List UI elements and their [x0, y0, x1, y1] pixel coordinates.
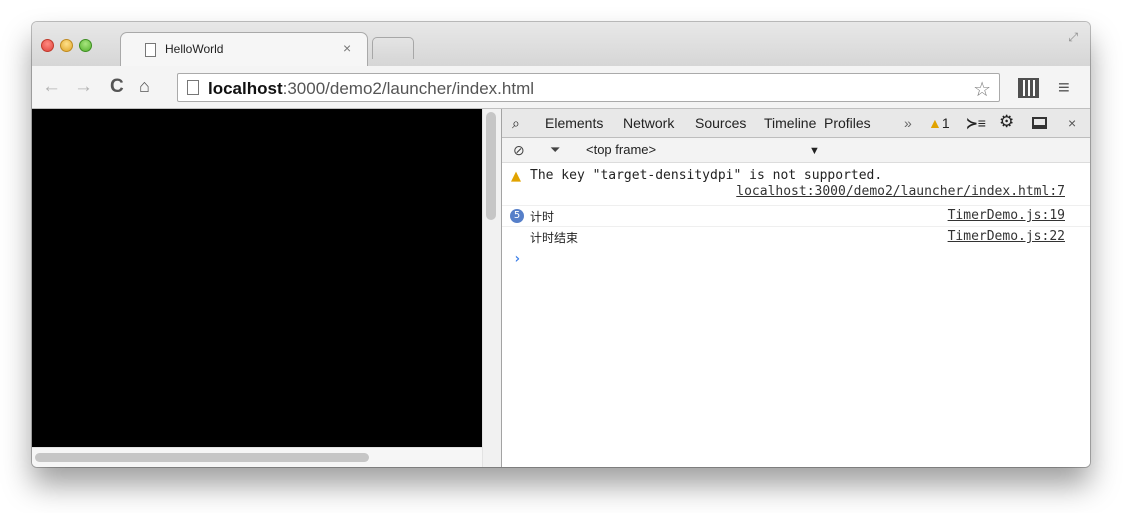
warning-source-link[interactable]: localhost:3000/demo2/launcher/index.html… — [736, 184, 1065, 199]
console-output[interactable]: ▲ The key "target-densitydpi" is not sup… — [502, 163, 1090, 467]
console-log-message: 计时结束 TimerDemo.js:22 — [502, 226, 1090, 247]
back-arrow-icon[interactable]: ← — [42, 76, 61, 98]
tab-elements[interactable]: Elements — [545, 115, 603, 131]
bookmark-star-icon[interactable]: ☆ — [973, 77, 991, 102]
fullscreen-icon[interactable]: ⤢ — [1068, 30, 1078, 45]
warning-icon: ▲ — [928, 115, 942, 131]
log-text: 计时结束 — [530, 231, 579, 245]
qr-code-icon[interactable] — [1018, 78, 1039, 98]
hamburger-menu-icon[interactable]: ≡ — [1058, 77, 1070, 100]
vertical-scrollbar-thumb[interactable] — [486, 112, 496, 220]
log-source-link[interactable]: TimerDemo.js:22 — [948, 229, 1065, 244]
tab-close-icon[interactable]: × — [343, 40, 351, 56]
horizontal-scrollbar[interactable] — [32, 447, 482, 467]
page-viewport[interactable] — [32, 109, 482, 447]
address-bar[interactable]: localhost:3000/demo2/launcher/index.html… — [177, 73, 1000, 102]
frame-select[interactable]: <top frame> — [586, 142, 656, 157]
browser-tab-helloworld[interactable]: HelloWorld × — [120, 32, 368, 67]
repeat-count-badge: 5 — [510, 209, 524, 223]
log-source-link[interactable]: TimerDemo.js:19 — [948, 208, 1065, 223]
close-window-button[interactable] — [41, 39, 54, 52]
filter-icon[interactable]: ⏷ — [550, 142, 560, 158]
url-path: :3000/demo2/launcher/index.html — [282, 79, 535, 98]
more-tabs-icon[interactable]: » — [904, 115, 912, 131]
home-icon[interactable]: ⌂ — [139, 76, 150, 97]
console-filter-bar: ⊘ ⏷ <top frame> ▼ — [502, 138, 1090, 163]
search-icon[interactable]: ⌕ — [512, 115, 520, 132]
minimize-window-button[interactable] — [60, 39, 73, 52]
vertical-scrollbar[interactable] — [482, 109, 501, 467]
console-prompt[interactable]: › — [513, 251, 521, 267]
console-warning-message: ▲ The key "target-densitydpi" is not sup… — [502, 163, 1090, 205]
warning-text: The key "target-densitydpi" is not suppo… — [530, 168, 883, 183]
browser-toolbar: ← → C ⌂ localhost:3000/demo2/launcher/in… — [32, 66, 1090, 109]
warning-count: 1 — [941, 115, 950, 131]
chevron-down-icon[interactable]: ▼ — [809, 145, 820, 157]
devtools-tab-bar: ⌕ Elements Network Sources Timeline Prof… — [502, 109, 1090, 138]
url-text: localhost:3000/demo2/launcher/index.html — [208, 79, 534, 99]
title-bar: HelloWorld × ⤢ — [32, 22, 1090, 67]
tab-sources[interactable]: Sources — [695, 115, 746, 131]
tab-network[interactable]: Network — [623, 115, 674, 131]
tab-profiles[interactable]: Profiles — [824, 115, 871, 131]
reload-icon[interactable]: C — [110, 76, 124, 98]
zoom-window-button[interactable] — [79, 39, 92, 52]
tab-timeline[interactable]: Timeline — [764, 115, 816, 131]
warning-counter[interactable]: ▲1 — [928, 115, 950, 131]
dock-side-icon[interactable] — [1032, 117, 1047, 129]
tab-title: HelloWorld — [165, 42, 224, 56]
close-devtools-icon[interactable]: × — [1068, 115, 1076, 131]
page-icon — [187, 80, 199, 95]
url-host: localhost — [208, 79, 283, 98]
console-log-message: 5 计时 TimerDemo.js:19 — [502, 205, 1090, 226]
clear-console-icon[interactable]: ⊘ — [513, 142, 525, 159]
new-tab-button[interactable] — [372, 37, 414, 59]
document-icon — [145, 43, 156, 57]
browser-window: HelloWorld × ⤢ ← → C ⌂ localhost:3000/de… — [32, 22, 1090, 467]
settings-gear-icon[interactable]: ⚙ — [999, 112, 1014, 132]
log-text: 计时 — [530, 210, 555, 224]
warning-icon: ▲ — [511, 169, 521, 184]
devtools-panel: ⌕ Elements Network Sources Timeline Prof… — [501, 109, 1090, 467]
horizontal-scrollbar-thumb[interactable] — [35, 453, 369, 462]
forward-arrow-icon[interactable]: → — [74, 76, 93, 98]
console-drawer-icon[interactable]: ≻≡ — [966, 115, 986, 132]
